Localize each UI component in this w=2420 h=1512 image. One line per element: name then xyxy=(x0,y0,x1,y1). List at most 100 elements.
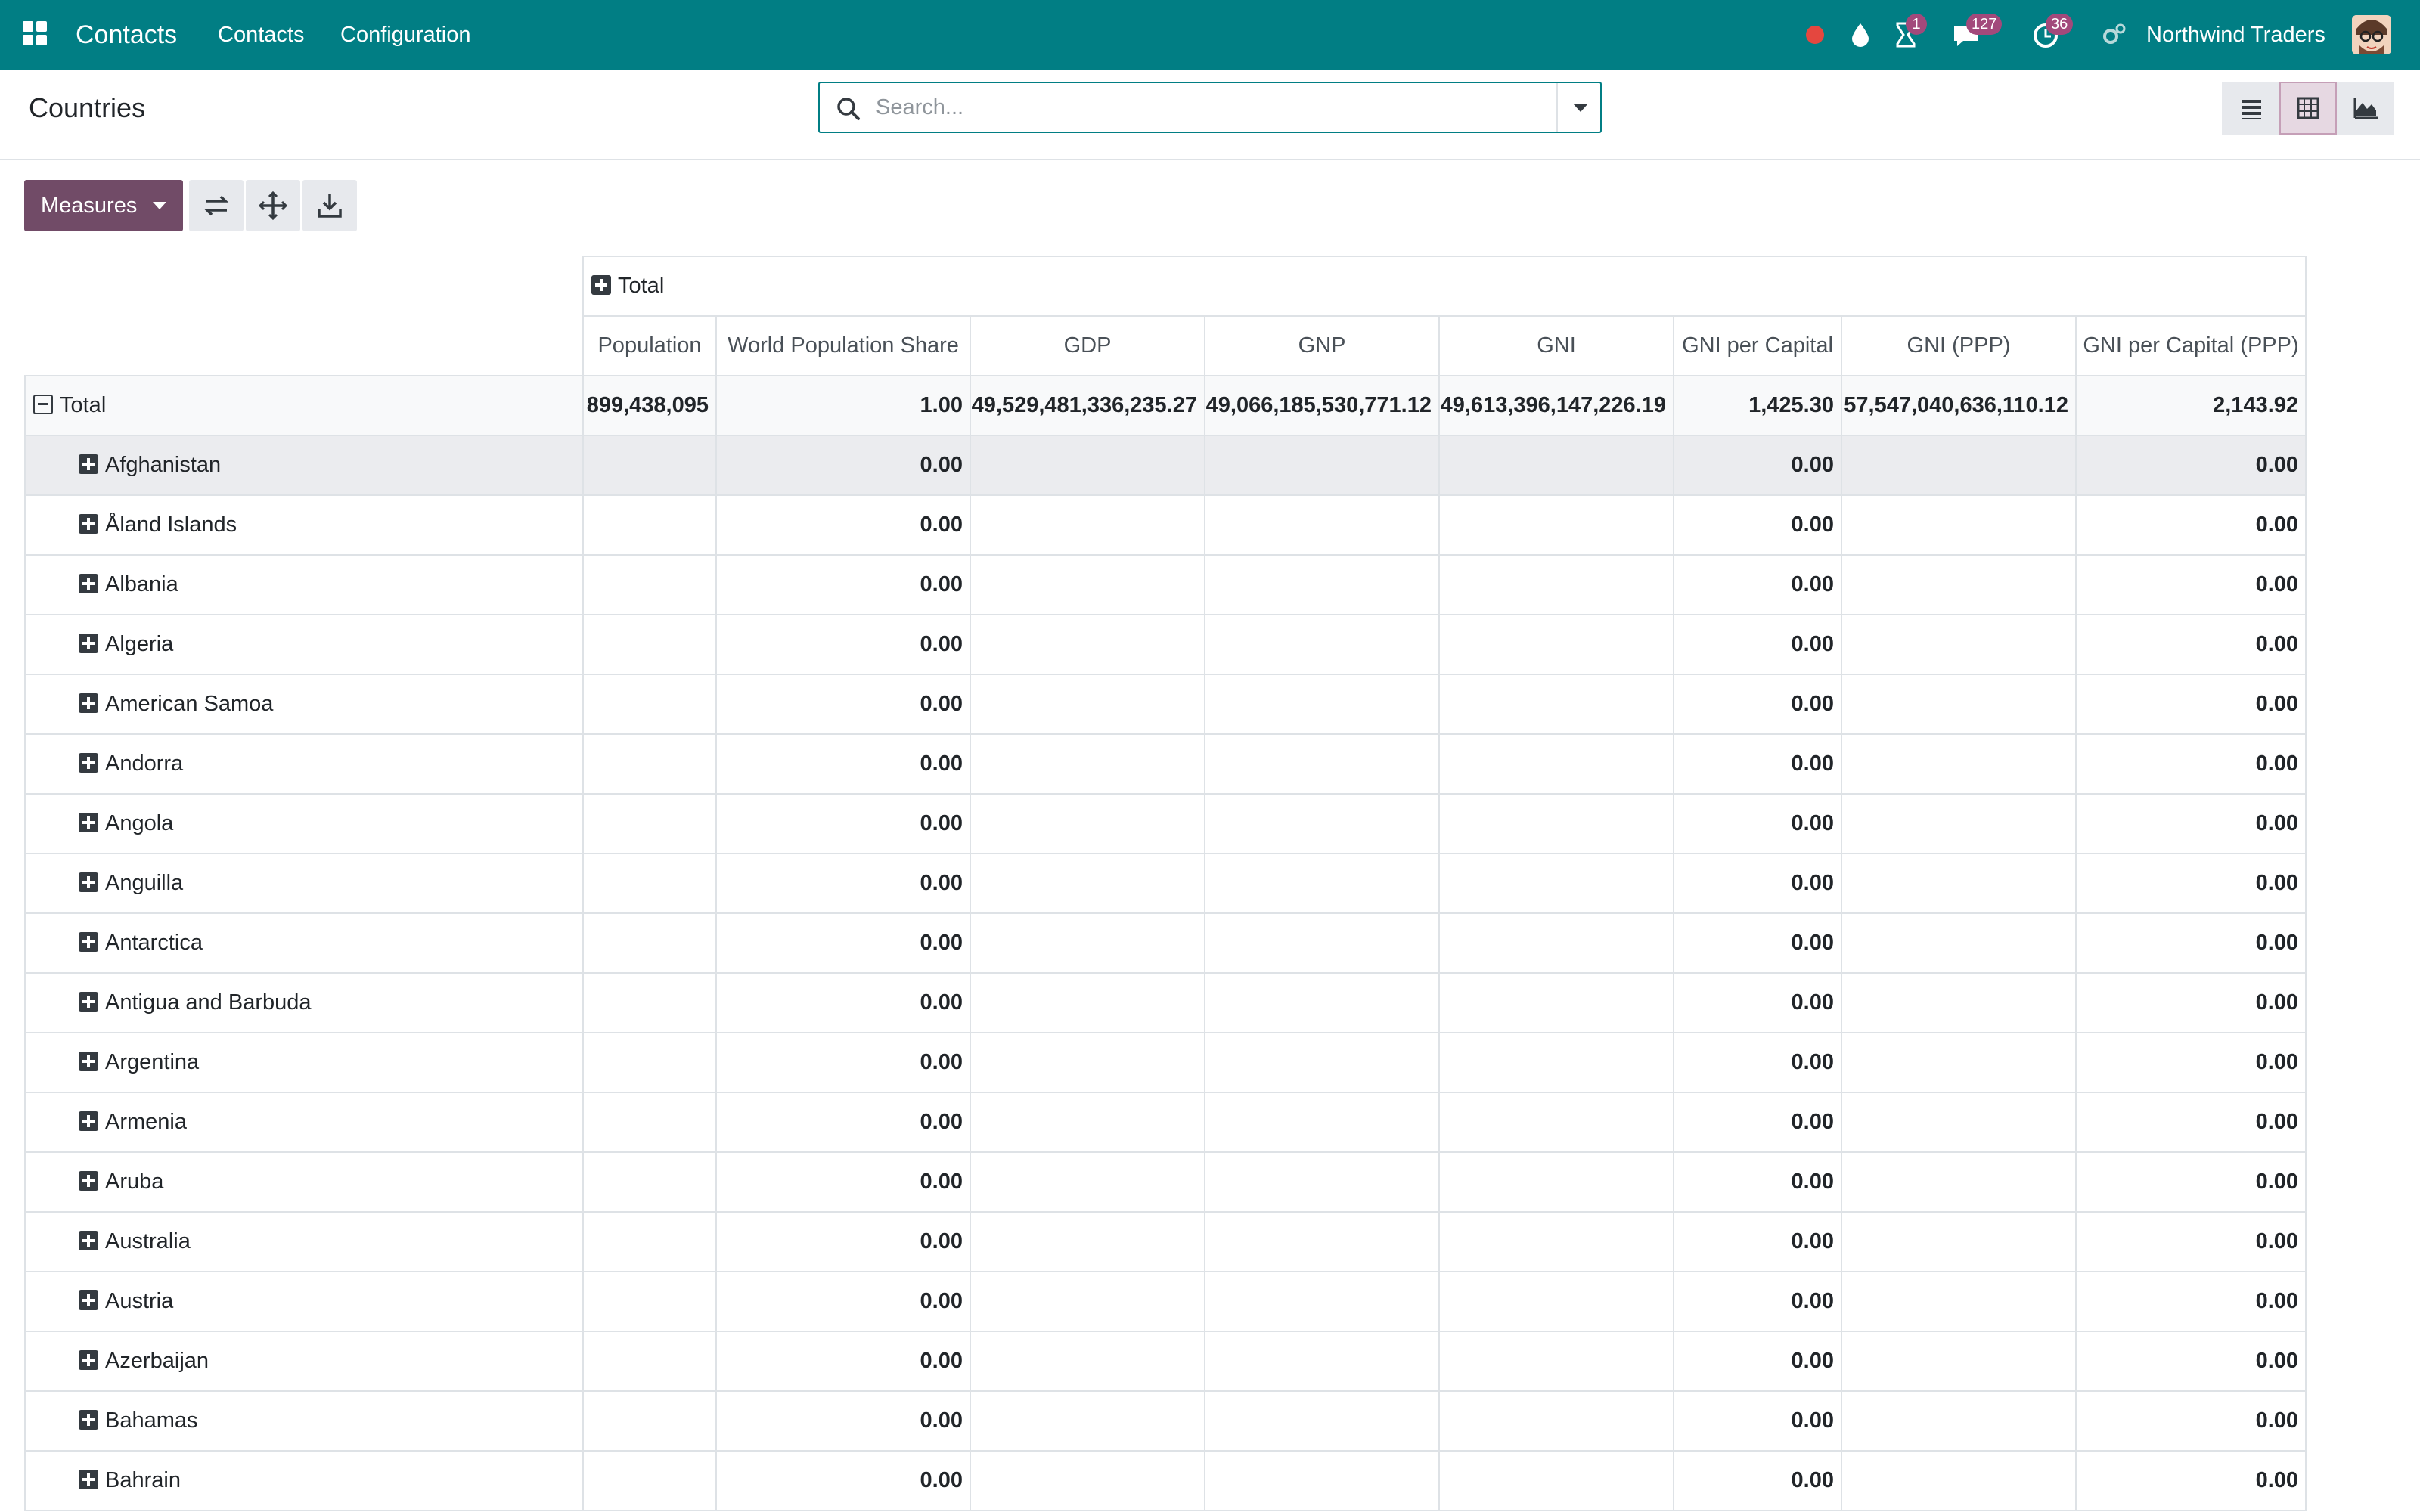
value-cell[interactable]: 0.00 xyxy=(2074,554,2307,615)
total-cell[interactable]: 2,143.92 xyxy=(2074,375,2307,436)
value-cell[interactable] xyxy=(582,554,717,615)
flip-axis-button[interactable] xyxy=(189,180,244,231)
value-cell[interactable] xyxy=(1438,853,1674,914)
value-cell[interactable] xyxy=(582,494,717,556)
row-header-country[interactable]: Albania xyxy=(24,554,584,615)
value-cell[interactable]: 0.00 xyxy=(1673,793,1842,854)
value-cell[interactable] xyxy=(1204,1450,1440,1511)
value-cell[interactable]: 0.00 xyxy=(715,614,971,675)
value-cell[interactable]: 0.00 xyxy=(715,1032,971,1093)
value-cell[interactable] xyxy=(582,972,717,1033)
value-cell[interactable]: 0.00 xyxy=(1673,912,1842,974)
value-cell[interactable] xyxy=(1438,614,1674,675)
value-cell[interactable] xyxy=(1841,494,2077,556)
value-cell[interactable]: 0.00 xyxy=(1673,554,1842,615)
row-header-country[interactable]: Anguilla xyxy=(24,853,584,914)
measure-header[interactable]: GNI (PPP) xyxy=(1841,315,2077,376)
value-cell[interactable]: 0.00 xyxy=(2074,1390,2307,1452)
value-cell[interactable] xyxy=(1841,733,2077,795)
row-header-country[interactable]: Australia xyxy=(24,1211,584,1272)
total-cell[interactable]: 49,613,396,147,226.19 xyxy=(1438,375,1674,436)
row-header-country[interactable]: Andorra xyxy=(24,733,584,795)
value-cell[interactable]: 0.00 xyxy=(2074,1331,2307,1392)
value-cell[interactable] xyxy=(970,972,1205,1033)
row-header-country[interactable]: Åland Islands xyxy=(24,494,584,556)
value-cell[interactable] xyxy=(1204,972,1440,1033)
value-cell[interactable] xyxy=(582,674,717,735)
value-cell[interactable] xyxy=(1438,674,1674,735)
value-cell[interactable]: 0.00 xyxy=(715,912,971,974)
total-cell[interactable]: 49,066,185,530,771.12 xyxy=(1204,375,1440,436)
value-cell[interactable]: 0.00 xyxy=(1673,1271,1842,1332)
value-cell[interactable] xyxy=(1204,1032,1440,1093)
value-cell[interactable] xyxy=(1841,1271,2077,1332)
measure-header[interactable]: GDP xyxy=(970,315,1205,376)
value-cell[interactable]: 0.00 xyxy=(1673,674,1842,735)
value-cell[interactable]: 0.00 xyxy=(715,1211,971,1272)
value-cell[interactable]: 0.00 xyxy=(715,435,971,496)
value-cell[interactable] xyxy=(582,1092,717,1153)
value-cell[interactable]: 0.00 xyxy=(2074,1151,2307,1213)
search-options-toggle[interactable] xyxy=(1556,83,1602,132)
debug-gears-icon[interactable] xyxy=(2099,20,2130,50)
measure-header[interactable]: GNP xyxy=(1204,315,1440,376)
value-cell[interactable] xyxy=(970,494,1205,556)
value-cell[interactable]: 0.00 xyxy=(1673,1450,1842,1511)
graph-view-button[interactable] xyxy=(2337,82,2394,135)
value-cell[interactable] xyxy=(1841,1151,2077,1213)
total-cell[interactable]: 57,547,040,636,110.12 xyxy=(1841,375,2077,436)
value-cell[interactable] xyxy=(1438,1271,1674,1332)
value-cell[interactable]: 0.00 xyxy=(715,494,971,556)
total-cell[interactable]: 1,425.30 xyxy=(1673,375,1842,436)
value-cell[interactable] xyxy=(1438,435,1674,496)
value-cell[interactable]: 0.00 xyxy=(1673,494,1842,556)
measure-header[interactable]: GNI xyxy=(1438,315,1674,376)
value-cell[interactable]: 0.00 xyxy=(1673,1211,1842,1272)
value-cell[interactable] xyxy=(1438,1032,1674,1093)
value-cell[interactable]: 0.00 xyxy=(715,793,971,854)
value-cell[interactable]: 0.00 xyxy=(2074,912,2307,974)
value-cell[interactable] xyxy=(582,614,717,675)
value-cell[interactable] xyxy=(582,1211,717,1272)
value-cell[interactable] xyxy=(1841,1092,2077,1153)
value-cell[interactable] xyxy=(1841,1390,2077,1452)
value-cell[interactable]: 0.00 xyxy=(715,1390,971,1452)
activity-hourglass-icon[interactable]: 1 xyxy=(1891,14,1927,50)
row-header-country[interactable]: Azerbaijan xyxy=(24,1331,584,1392)
row-header-country[interactable]: Bahamas xyxy=(24,1390,584,1452)
value-cell[interactable] xyxy=(1841,1331,2077,1392)
value-cell[interactable]: 0.00 xyxy=(2074,793,2307,854)
value-cell[interactable]: 0.00 xyxy=(2074,733,2307,795)
row-header-total[interactable]: Total xyxy=(24,375,584,436)
value-cell[interactable] xyxy=(1204,1271,1440,1332)
value-cell[interactable] xyxy=(970,1211,1205,1272)
value-cell[interactable]: 0.00 xyxy=(2074,1211,2307,1272)
value-cell[interactable]: 0.00 xyxy=(1673,733,1842,795)
measure-header[interactable]: GNI per Capital (PPP) xyxy=(2074,315,2307,376)
value-cell[interactable] xyxy=(1204,853,1440,914)
value-cell[interactable] xyxy=(582,733,717,795)
value-cell[interactable] xyxy=(1204,912,1440,974)
expand-all-button[interactable] xyxy=(246,180,300,231)
value-cell[interactable] xyxy=(1438,793,1674,854)
value-cell[interactable] xyxy=(1204,1211,1440,1272)
value-cell[interactable] xyxy=(970,912,1205,974)
measure-header[interactable]: Population xyxy=(582,315,717,376)
value-cell[interactable]: 0.00 xyxy=(1673,435,1842,496)
value-cell[interactable] xyxy=(970,1450,1205,1511)
row-header-country[interactable]: Argentina xyxy=(24,1032,584,1093)
value-cell[interactable]: 0.00 xyxy=(1673,853,1842,914)
value-cell[interactable] xyxy=(1841,435,2077,496)
value-cell[interactable] xyxy=(582,1450,717,1511)
value-cell[interactable] xyxy=(970,793,1205,854)
value-cell[interactable]: 0.00 xyxy=(2074,1032,2307,1093)
value-cell[interactable] xyxy=(970,674,1205,735)
value-cell[interactable] xyxy=(1204,435,1440,496)
value-cell[interactable] xyxy=(1204,1092,1440,1153)
row-header-country[interactable]: Angola xyxy=(24,793,584,854)
timer-icon[interactable]: 36 xyxy=(2031,14,2074,50)
value-cell[interactable]: 0.00 xyxy=(2074,853,2307,914)
total-cell[interactable]: 899,438,095 xyxy=(582,375,717,436)
value-cell[interactable]: 0.00 xyxy=(1673,1390,1842,1452)
messages-icon[interactable]: 127 xyxy=(1951,14,2003,50)
